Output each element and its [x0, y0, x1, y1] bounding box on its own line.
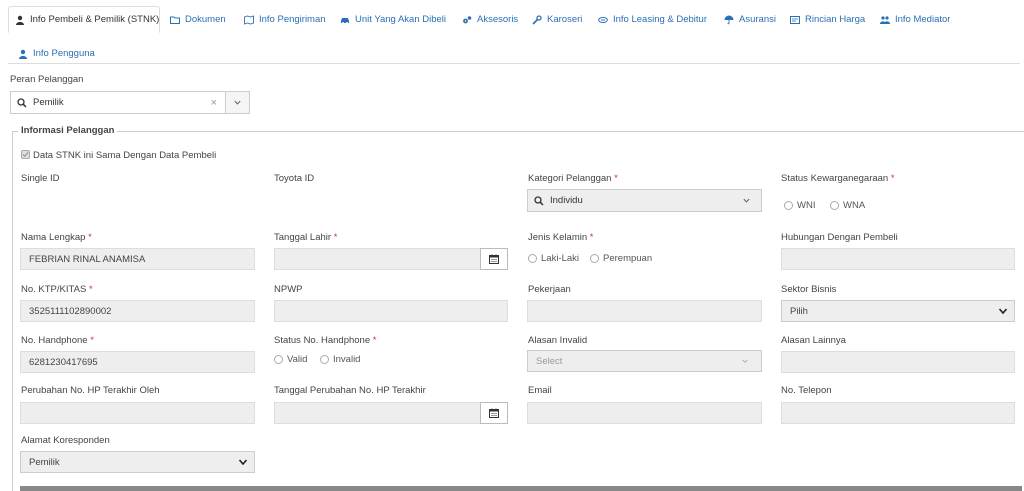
radio-circle [784, 201, 793, 210]
bottom-divider [20, 486, 1022, 491]
alasan-invalid-label: Alasan Invalid [528, 335, 588, 346]
kewarganegaraan-label: Status Kewarganegaraan * [781, 173, 895, 184]
tab-rincian-harga[interactable]: Rincian Harga [784, 6, 871, 33]
tgl-lahir-label: Tanggal Lahir * [274, 232, 338, 243]
email-label: Email [528, 385, 552, 396]
kategori-select[interactable]: Individu [527, 189, 762, 212]
npwp-input[interactable] [274, 300, 508, 322]
peran-value: Pemilik [33, 97, 64, 108]
tab-karoseri[interactable]: Karoseri [526, 6, 588, 33]
section-legend: Informasi Pelanggan [18, 125, 118, 136]
cogs-icon [462, 15, 472, 25]
tgl-perubahan-calendar-button[interactable] [480, 402, 508, 424]
tab-unit[interactable]: Unit Yang Akan Dibeli [334, 6, 452, 33]
hubungan-label: Hubungan Dengan Pembeli [781, 232, 898, 243]
perubahan-hp-input[interactable] [20, 402, 255, 424]
perempuan-radio[interactable]: Perempuan [590, 253, 652, 264]
car-icon [340, 15, 350, 25]
tab-info-pembeli[interactable]: Info Pembeli & Pemilik (STNK) [8, 6, 160, 33]
pekerjaan-label: Pekerjaan [528, 284, 571, 295]
tgl-perubahan-label: Tanggal Perubahan No. HP Terakhir [274, 385, 426, 396]
tab-info-pengguna[interactable]: Info Pengguna [12, 40, 101, 67]
wni-radio[interactable]: WNI [784, 200, 815, 211]
same-as-buyer-checkbox[interactable] [21, 150, 30, 159]
section-divider [12, 131, 1024, 132]
tgl-lahir-input[interactable] [274, 248, 481, 270]
clear-icon[interactable]: × [211, 97, 225, 109]
radio-circle [274, 355, 283, 364]
telepon-input[interactable] [781, 402, 1015, 424]
search-icon [17, 97, 27, 108]
chevron-down-icon [998, 308, 1008, 315]
single-id-label: Single ID [21, 173, 60, 184]
hubungan-input[interactable] [781, 248, 1015, 270]
calendar-icon [489, 254, 499, 264]
perubahan-hp-label: Perubahan No. HP Terakhir Oleh [21, 385, 160, 396]
chevron-down-icon [743, 198, 750, 203]
map-icon [244, 14, 254, 25]
ktp-label: No. KTP/KITAS * [21, 284, 93, 295]
umbrella-icon [724, 15, 734, 25]
sektor-select[interactable]: Pilih [781, 300, 1015, 322]
jenis-kelamin-label: Jenis Kelamin * [528, 232, 594, 243]
pekerjaan-input[interactable] [527, 300, 762, 322]
alamat-select[interactable]: Pemilik [20, 451, 255, 473]
tab-bar: Info Pembeli & Pemilik (STNK) Dokumen In… [8, 6, 1020, 64]
peran-select[interactable]: Pemilik × [10, 91, 250, 114]
tab-leasing[interactable]: Info Leasing & Debitur [592, 6, 713, 33]
alasan-lain-input[interactable] [781, 351, 1015, 373]
chevron-down-icon [238, 459, 248, 466]
same-as-buyer-label: Data STNK ini Sama Dengan Data Pembeli [33, 150, 217, 161]
tab-dokumen[interactable]: Dokumen [164, 6, 232, 33]
valid-radio[interactable]: Valid [274, 354, 307, 365]
radio-circle [320, 355, 329, 364]
list-box-icon [790, 15, 800, 25]
email-input[interactable] [527, 402, 762, 424]
user-icon [18, 49, 28, 59]
section-border [12, 131, 13, 491]
hp-input[interactable]: 6281230417695 [20, 351, 255, 373]
kategori-label: Kategori Pelanggan * [528, 173, 618, 184]
chevron-down-icon [234, 100, 241, 105]
alasan-lain-label: Alasan Lainnya [781, 335, 846, 346]
users-icon [880, 15, 890, 25]
tab-aksesoris[interactable]: Aksesoris [456, 6, 524, 33]
wrench-icon [532, 14, 542, 25]
tab-info-mediator[interactable]: Info Mediator [874, 6, 956, 33]
tgl-perubahan-input[interactable] [274, 402, 481, 424]
radio-circle [528, 254, 537, 263]
alamat-label: Alamat Koresponden [21, 435, 110, 446]
tgl-lahir-calendar-button[interactable] [480, 248, 508, 270]
alasan-invalid-select[interactable]: Select [527, 350, 762, 372]
radio-circle [830, 201, 839, 210]
handshake-icon [598, 15, 608, 25]
hp-label: No. Handphone * [21, 335, 94, 346]
radio-circle [590, 254, 599, 263]
toyota-id-label: Toyota ID [274, 173, 315, 184]
peran-dropdown-toggle[interactable] [225, 92, 249, 113]
peran-label: Peran Pelanggan [10, 74, 84, 85]
nama-input[interactable]: FEBRIAN RINAL ANAMISA [20, 248, 255, 270]
search-icon [534, 195, 544, 206]
chevron-down-icon [742, 359, 748, 363]
telepon-label: No. Telepon [781, 385, 832, 396]
invalid-radio[interactable]: Invalid [320, 354, 360, 365]
tab-asuransi[interactable]: Asuransi [718, 6, 782, 33]
wna-radio[interactable]: WNA [830, 200, 865, 211]
status-hp-label: Status No. Handphone * [274, 335, 377, 346]
kategori-value: Individu [550, 195, 583, 206]
ktp-input[interactable]: 3525111102890002 [20, 300, 255, 322]
folder-icon [170, 15, 180, 25]
nama-label: Nama Lengkap * [21, 232, 92, 243]
calendar-icon [489, 408, 499, 418]
check-icon [22, 151, 29, 158]
sektor-label: Sektor Bisnis [781, 284, 837, 295]
laki-laki-radio[interactable]: Laki-Laki [528, 253, 579, 264]
tab-info-pengiriman[interactable]: Info Pengiriman [238, 6, 332, 33]
user-icon [15, 15, 25, 25]
npwp-label: NPWP [274, 284, 303, 295]
